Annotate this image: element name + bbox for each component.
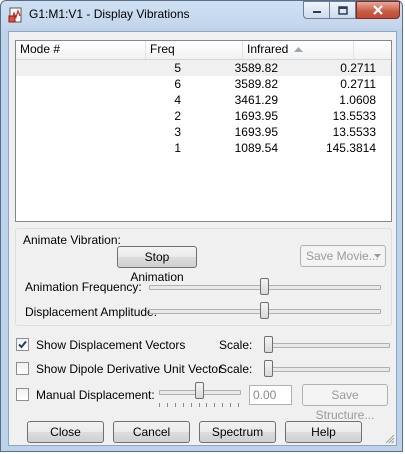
cancel-button[interactable]: Cancel — [113, 421, 190, 443]
spectrum-button[interactable]: Spectrum — [199, 421, 276, 443]
mode-cell: 1 — [174, 141, 181, 155]
table-row[interactable]: 6 3589.82 0.2711 — [16, 76, 391, 92]
window-title: G1:M1:V1 - Display Vibrations — [29, 7, 190, 21]
table-row[interactable]: 2 1693.95 13.5533 — [16, 108, 391, 124]
table-header: Mode # Freq Infrared — [16, 41, 391, 60]
table-row[interactable]: 3 1693.95 13.5533 — [16, 124, 391, 140]
mode-cell: 5 — [174, 61, 181, 75]
dipole-scale-track — [264, 367, 390, 372]
document-chart-icon — [8, 7, 22, 23]
infrared-cell: 13.5533 — [332, 125, 376, 139]
chevron-down-icon — [374, 254, 381, 258]
column-header-label: Infrared — [247, 42, 289, 56]
save-movie-label: Save Movie... — [306, 249, 379, 263]
close-window-button[interactable] — [356, 1, 400, 19]
displacement-amplitude-slider[interactable] — [260, 302, 269, 319]
infrared-cell: 0.2711 — [340, 77, 376, 91]
freq-cell: 1693.95 — [234, 125, 278, 139]
dipole-scale-label: Scale: — [219, 362, 253, 376]
animate-vibration-label: Animate Vibration: — [23, 233, 121, 247]
save-structure-button[interactable]: Save Structure... — [302, 384, 388, 422]
dialog-body: Mode # Freq Infrared 5 3589.82 0.2711 6 3589… — [8, 31, 397, 446]
sort-ascending-icon — [294, 47, 303, 52]
displacement-scale-slider[interactable] — [264, 336, 273, 353]
show-dipole-vector-label: Show Dipole Derivative Unit Vector — [36, 362, 223, 376]
save-movie-button[interactable]: Save Movie... — [300, 245, 386, 267]
displacement-scale-track — [264, 343, 390, 348]
table-row[interactable]: 5 3589.82 0.2711 — [16, 60, 391, 76]
freq-cell: 3589.82 — [234, 77, 278, 91]
infrared-cell: 0.2711 — [340, 61, 376, 75]
show-displacement-vectors-checkbox[interactable] — [16, 338, 29, 351]
stop-animation-button[interactable]: Stop Animation — [117, 246, 197, 284]
close-icon — [373, 5, 383, 15]
maximize-button[interactable] — [330, 1, 356, 19]
mode-cell: 6 — [174, 77, 181, 91]
show-dipole-vector-checkbox[interactable] — [16, 362, 29, 375]
minimize-button[interactable] — [303, 1, 330, 19]
minimize-icon — [312, 11, 321, 13]
manual-displacement-value[interactable]: 0.00 — [249, 385, 292, 405]
column-header-freq[interactable]: Freq — [146, 41, 243, 59]
freq-cell: 1089.54 — [234, 141, 278, 155]
resize-grip-icon[interactable] — [385, 434, 395, 444]
manual-displacement-slider[interactable] — [195, 382, 204, 399]
manual-displacement-label: Manual Displacement: — [36, 388, 155, 402]
freq-cell: 1693.95 — [234, 109, 278, 123]
column-header-label: Freq — [150, 42, 175, 56]
freq-cell: 3589.82 — [234, 61, 278, 75]
mode-cell: 3 — [174, 125, 181, 139]
maximize-icon — [337, 5, 348, 15]
manual-displacement-checkbox[interactable] — [16, 388, 29, 401]
table-row[interactable]: 1 1089.54 145.3814 — [16, 140, 391, 156]
displacement-amplitude-label: Displacement Amplitude: — [25, 305, 158, 319]
table-row[interactable]: 4 3461.29 1.0608 — [16, 92, 391, 108]
dipole-scale-slider[interactable] — [264, 360, 273, 377]
infrared-cell: 13.5533 — [332, 109, 376, 123]
freq-cell: 3461.29 — [234, 93, 278, 107]
manual-displacement-ticks — [159, 403, 239, 407]
column-header-mode[interactable]: Mode # — [16, 41, 146, 59]
close-button[interactable]: Close — [27, 421, 104, 443]
column-header-label: Mode # — [20, 42, 61, 56]
infrared-cell: 145.3814 — [325, 141, 376, 155]
modes-table[interactable]: Mode # Freq Infrared 5 3589.82 0.2711 6 3589… — [15, 40, 392, 222]
displacement-scale-label: Scale: — [219, 338, 253, 352]
show-displacement-vectors-label: Show Displacement Vectors — [36, 338, 186, 352]
infrared-cell: 1.0608 — [339, 93, 376, 107]
title-bar[interactable]: G1:M1:V1 - Display Vibrations — [1, 1, 404, 31]
checkmark-icon — [18, 340, 27, 349]
mode-cell: 2 — [174, 109, 181, 123]
display-vibrations-window: G1:M1:V1 - Display Vibrations Mode # Fre… — [0, 0, 403, 452]
column-header-infrared[interactable]: Infrared — [243, 41, 354, 59]
animation-frequency-label: Animation Frequency: — [25, 280, 142, 294]
animation-frequency-slider[interactable] — [260, 278, 269, 295]
mode-cell: 4 — [174, 93, 181, 107]
help-button[interactable]: Help — [285, 421, 362, 443]
